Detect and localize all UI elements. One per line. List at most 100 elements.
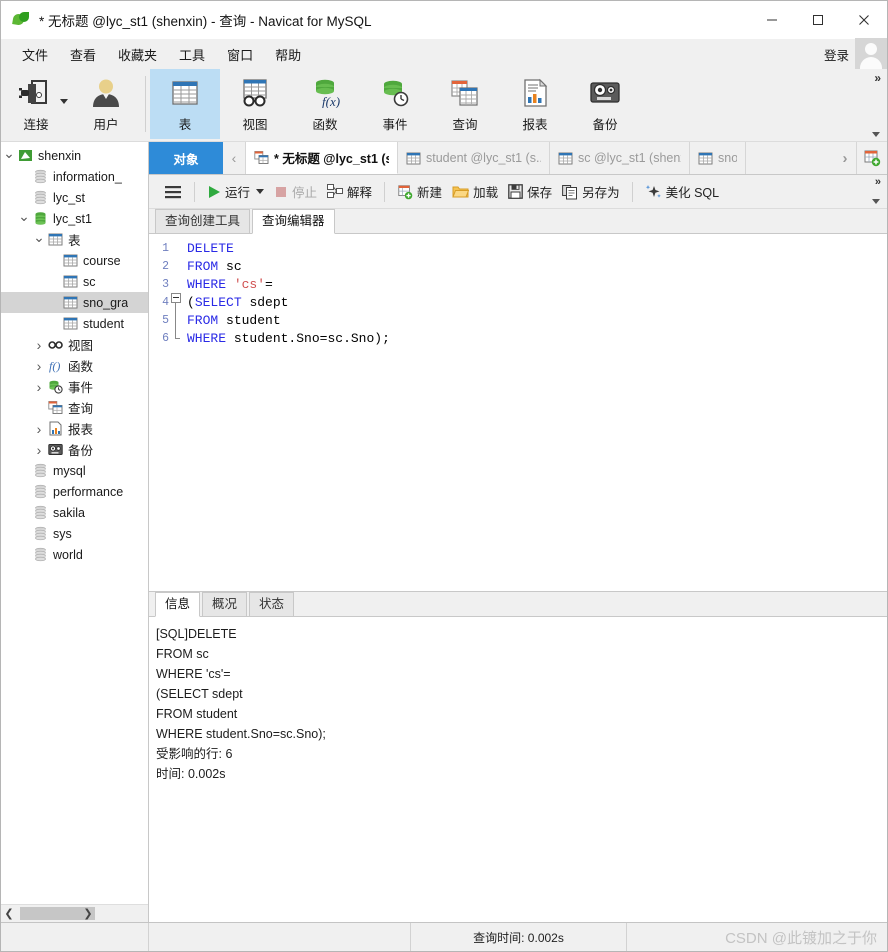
results-panel: 信息 概况 状态 [SQL]DELETE FROM sc WHERE 'cs'= (S…	[149, 591, 887, 922]
load-button[interactable]: 加载	[447, 179, 503, 204]
menu-item-view[interactable]: 查看	[59, 42, 107, 67]
chevron-down-icon[interactable]	[60, 99, 68, 104]
close-button[interactable]	[841, 1, 887, 39]
tree-item-student[interactable]: student	[1, 313, 148, 334]
beautify-sql-button[interactable]: 美化 SQL	[640, 179, 725, 204]
toolbar-button-report[interactable]: 报表	[500, 69, 570, 139]
tree-item-lyc_st[interactable]: lyc_st	[1, 187, 148, 208]
tree-item-information_[interactable]: information_	[1, 166, 148, 187]
tree-item-[interactable]: 查询	[1, 397, 148, 418]
tree-item-sc[interactable]: sc	[1, 271, 148, 292]
tab-status[interactable]: 状态	[249, 592, 295, 616]
toolbar-button-backup[interactable]: 备份	[570, 69, 640, 139]
toolbar-button-function[interactable]: f(x) 函数	[290, 69, 360, 139]
menu-item-file[interactable]: 文件	[11, 42, 59, 67]
tree-item-mysql[interactable]: mysql	[1, 460, 148, 481]
db-gray-icon	[32, 526, 49, 541]
chevron-right-icon[interactable]: ›	[31, 337, 47, 353]
tree-item-[interactable]: › 备份	[1, 439, 148, 460]
login-link[interactable]: 登录	[824, 45, 849, 64]
sql-editor[interactable]: 1 2 3 4 5 6 DELETE FROM sc WHERE 'cs'= (SELECT s…	[149, 234, 887, 591]
sidebar-horizontal-scrollbar[interactable]: ❮ ❯	[1, 904, 148, 922]
table-item-icon	[698, 151, 713, 166]
code-fold-column[interactable]	[169, 234, 184, 591]
tree-item-[interactable]: › 事件	[1, 376, 148, 397]
ribbon-collapse-icon[interactable]	[872, 132, 880, 137]
document-tab[interactable]: student @lyc_st1 (s...	[398, 142, 550, 174]
query-toolbar-collapse-icon[interactable]	[872, 199, 880, 204]
tree-item-[interactable]: › 报表	[1, 418, 148, 439]
menu-item-help[interactable]: 帮助	[264, 42, 312, 67]
save-as-button[interactable]: 另存为	[557, 179, 625, 204]
toolbar-button-table[interactable]: 表	[150, 69, 220, 139]
chevron-down-icon[interactable]: ⌄	[16, 209, 32, 225]
ribbon-expand-icon[interactable]: »	[874, 71, 881, 85]
toolbar-label-user: 用户	[93, 117, 119, 132]
chevron-right-icon[interactable]: ›	[31, 421, 47, 437]
tree-item-sno_gra[interactable]: sno_gra	[1, 292, 148, 313]
tab-profile[interactable]: 概况	[202, 592, 248, 616]
menu-item-tools[interactable]: 工具	[168, 42, 216, 67]
chevron-down-icon[interactable]: ⌄	[1, 146, 17, 162]
toolbar-label-report: 报表	[522, 117, 548, 132]
fold-collapse-icon[interactable]	[171, 293, 181, 303]
chevron-right-icon[interactable]: ›	[31, 358, 47, 374]
tree-item-[interactable]: › f() 函数	[1, 355, 148, 376]
object-tree[interactable]: ⌄ shenxin information_ lyc_st ⌄ lyc_st1 ⌄ 表 cour…	[1, 142, 148, 904]
toolbar-button-view[interactable]: 视图	[220, 69, 290, 139]
stop-button[interactable]: 停止	[269, 179, 322, 204]
new-query-icon[interactable]	[856, 142, 887, 174]
chevron-down-icon[interactable]: ⌄	[31, 230, 47, 246]
tree-item-label: sc	[83, 274, 96, 289]
document-tab[interactable]: sc @lyc_st1 (shenxi...	[550, 142, 690, 174]
tab-message[interactable]: 信息	[155, 592, 201, 617]
menu-item-window[interactable]: 窗口	[216, 42, 264, 67]
chevron-down-icon[interactable]	[256, 189, 265, 194]
sql-line: FROM student	[187, 313, 281, 328]
run-button[interactable]: 运行	[202, 179, 269, 204]
tree-item-label: 函数	[68, 360, 94, 374]
tree-item-world[interactable]: world	[1, 544, 148, 565]
menu-item-favorites[interactable]: 收藏夹	[107, 42, 168, 67]
tree-item-course[interactable]: course	[1, 250, 148, 271]
tree-item-label: 表	[68, 234, 81, 248]
tree-item-lyc_st1[interactable]: ⌄ lyc_st1	[1, 208, 148, 229]
tree-item-shenxin[interactable]: ⌄ shenxin	[1, 145, 148, 166]
tab-objects[interactable]: 对象	[149, 142, 223, 174]
save-button[interactable]: 保存	[503, 179, 557, 204]
new-doc-icon	[398, 184, 413, 199]
function-icon: f(x)	[310, 76, 340, 110]
tree-item-performance[interactable]: performance	[1, 481, 148, 502]
new-button[interactable]: 新建	[392, 179, 447, 204]
tab-scroll-left-icon[interactable]: ‹	[223, 142, 246, 174]
chevron-right-icon[interactable]: ›	[31, 379, 47, 395]
toolbar-button-event[interactable]: 事件	[360, 69, 430, 139]
tab-scroll-right-icon[interactable]: ›	[834, 142, 856, 174]
tree-item-sakila[interactable]: sakila	[1, 502, 148, 523]
avatar[interactable]	[855, 38, 887, 70]
maximize-button[interactable]	[795, 1, 841, 39]
tree-item-[interactable]: › 视图	[1, 334, 148, 355]
table-item-icon	[63, 254, 78, 267]
tree-item-[interactable]: ⌄ 表	[1, 229, 148, 250]
minimize-button[interactable]	[749, 1, 795, 39]
document-tab[interactable]: * 无标题 @lyc_st1 (s...	[246, 142, 398, 174]
table-item-icon	[63, 317, 78, 330]
query-toolbar-expand-icon[interactable]: »	[875, 176, 881, 188]
tab-query-editor[interactable]: 查询编辑器	[252, 209, 335, 234]
toolbar-button-query[interactable]: 查询	[430, 69, 500, 139]
document-tab[interactable]: sno	[690, 142, 746, 174]
toolbar-button-connection[interactable]: 连接	[1, 69, 71, 139]
sql-code-text[interactable]: DELETE FROM sc WHERE 'cs'= (SELECT sdept FRO…	[184, 234, 887, 591]
explain-button[interactable]: 解释	[322, 179, 377, 204]
folder-table-icon	[48, 233, 63, 246]
results-tabs: 信息 概况 状态	[149, 592, 887, 617]
hamburger-icon[interactable]	[159, 181, 187, 203]
tab-query-builder[interactable]: 查询创建工具	[155, 209, 251, 233]
toolbar-button-user[interactable]: 用户	[71, 69, 141, 139]
tree-item-sys[interactable]: sys	[1, 523, 148, 544]
tree-item-label: 备份	[68, 444, 94, 458]
chevron-right-icon[interactable]: ›	[31, 442, 47, 458]
scroll-left-icon[interactable]: ❮	[1, 906, 17, 922]
scroll-right-icon[interactable]: ❯	[80, 906, 96, 922]
